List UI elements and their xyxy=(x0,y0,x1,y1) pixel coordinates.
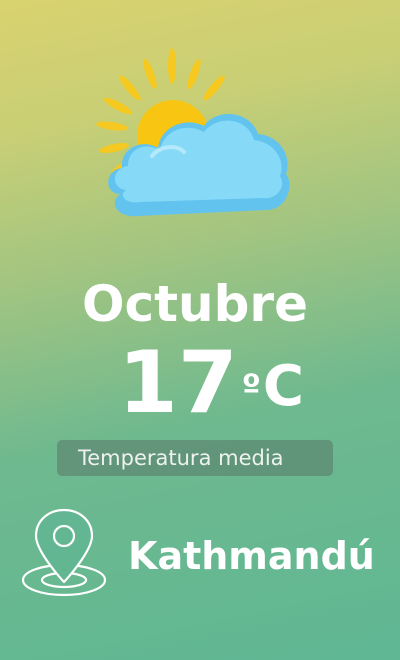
month-label: Octubre xyxy=(81,275,308,333)
degree-symbol: º xyxy=(241,368,261,408)
map-pin-icon xyxy=(21,508,107,597)
temperature-caption: Temperatura media xyxy=(57,440,333,476)
temperature-display: 17 ºC xyxy=(118,338,304,428)
sun-behind-cloud-icon xyxy=(96,48,290,217)
temperature-value: 17 xyxy=(118,333,238,433)
city-name: Kathmandú xyxy=(128,534,375,578)
weather-card: Octubre 17 ºC Temperatura media Kathmandú xyxy=(0,0,400,660)
temperature-unit: C xyxy=(262,354,304,419)
